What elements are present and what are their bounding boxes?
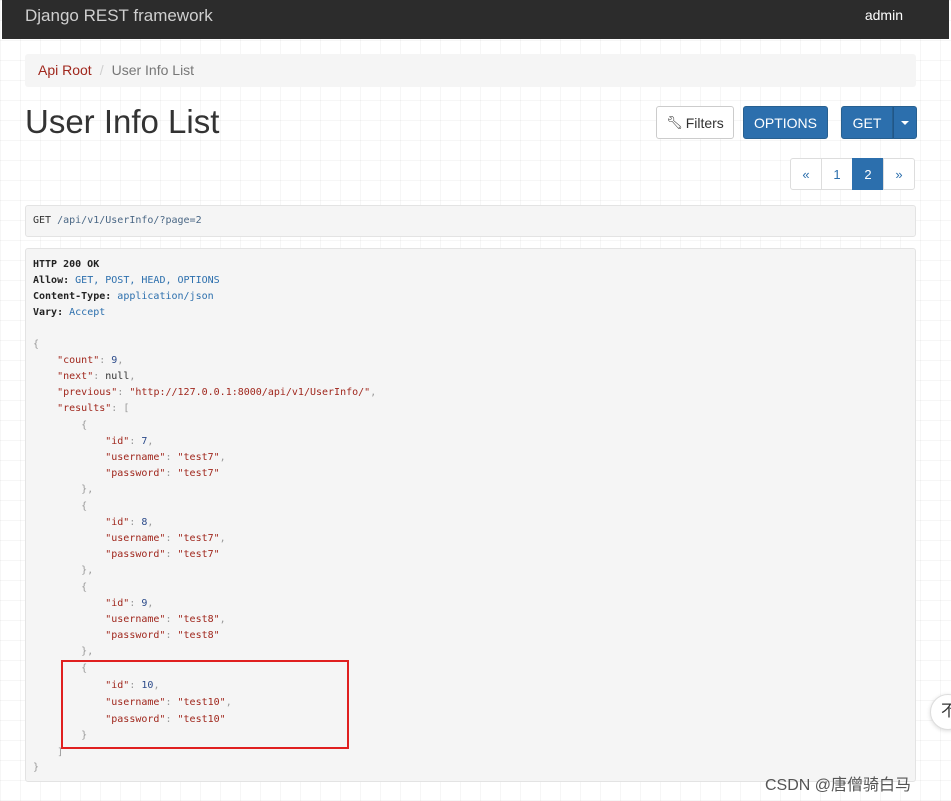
filters-button[interactable]: 🔧︎ Filters xyxy=(656,106,734,139)
json-previous-line: "previous": "http://127.0.0.1:8000/api/v… xyxy=(57,387,377,398)
response-status: HTTP 200 OK xyxy=(33,259,100,270)
request-info: GET /api/v1/UserInfo/?page=2 xyxy=(25,205,916,237)
request-method: GET xyxy=(33,215,52,226)
json-result-open: { xyxy=(81,582,88,593)
navbar: Django REST framework admin xyxy=(2,0,949,39)
navbar-user-menu[interactable]: admin xyxy=(865,7,903,23)
breadcrumb: Api Root / User Info List xyxy=(25,54,916,87)
response-header-allow: Allow: GET, POST, HEAD, OPTIONS xyxy=(33,275,220,286)
json-result-username: "username": "test8", xyxy=(105,614,226,625)
json-result-open: { xyxy=(81,420,88,431)
json-result-id: "id": 8, xyxy=(105,517,154,528)
request-query: ?page=2 xyxy=(159,215,202,226)
request-path-link[interactable]: /api/v1/UserInfo/ xyxy=(57,215,159,226)
get-button[interactable]: GET xyxy=(841,106,893,139)
json-next-line: "next": null, xyxy=(57,371,136,382)
breadcrumb-separator: / xyxy=(99,62,104,78)
json-result-open: { xyxy=(81,501,88,512)
filters-button-label: Filters xyxy=(685,114,724,131)
get-format-dropdown-toggle[interactable] xyxy=(893,106,917,139)
pagination-page-2[interactable]: 2 xyxy=(852,158,884,190)
pagination: « 1 2 » xyxy=(790,158,915,190)
response-header-content-type: Content-Type: application/json xyxy=(33,291,214,302)
breadcrumb-current: User Info List xyxy=(111,62,195,78)
pagination-prev[interactable]: « xyxy=(790,158,822,190)
json-result-close: }, xyxy=(81,484,94,495)
page-title: User Info List xyxy=(25,103,220,140)
options-button[interactable]: OPTIONS xyxy=(743,106,828,139)
json-result-password: "password": "test7" xyxy=(105,549,220,560)
json-result-password: "password": "test8" xyxy=(105,630,220,641)
json-result-username: "username": "test7", xyxy=(105,452,226,463)
navbar-brand[interactable]: Django REST framework xyxy=(25,6,213,26)
json-result-username: "username": "test7", xyxy=(105,533,226,544)
highlight-annotation-box xyxy=(61,660,349,749)
caret-down-icon xyxy=(901,120,909,125)
json-result-id: "id": 9, xyxy=(105,598,154,609)
json-result-id: "id": 7, xyxy=(105,436,154,447)
watermark: CSDN @唐僧骑白马 xyxy=(765,777,912,794)
json-result-close: }, xyxy=(81,565,94,576)
json-result-password: "password": "test7" xyxy=(105,468,220,479)
breadcrumb-api-root-link[interactable]: Api Root xyxy=(38,62,92,78)
wrench-icon: 🔧︎ xyxy=(666,114,683,130)
json-open-brace: { xyxy=(33,339,40,350)
json-results-close: ] xyxy=(57,747,64,758)
pagination-page-1[interactable]: 1 xyxy=(821,158,853,190)
json-count-line: "count": 9, xyxy=(57,355,124,366)
json-result-close: }, xyxy=(81,646,94,657)
json-close-brace: } xyxy=(33,762,40,773)
json-results-line: "results": [ xyxy=(57,403,130,414)
response-header-vary: Vary: Accept xyxy=(33,307,106,318)
json-previous-link[interactable]: "http://127.0.0.1:8000/api/v1/UserInfo/" xyxy=(129,387,370,398)
pagination-next[interactable]: » xyxy=(883,158,915,190)
